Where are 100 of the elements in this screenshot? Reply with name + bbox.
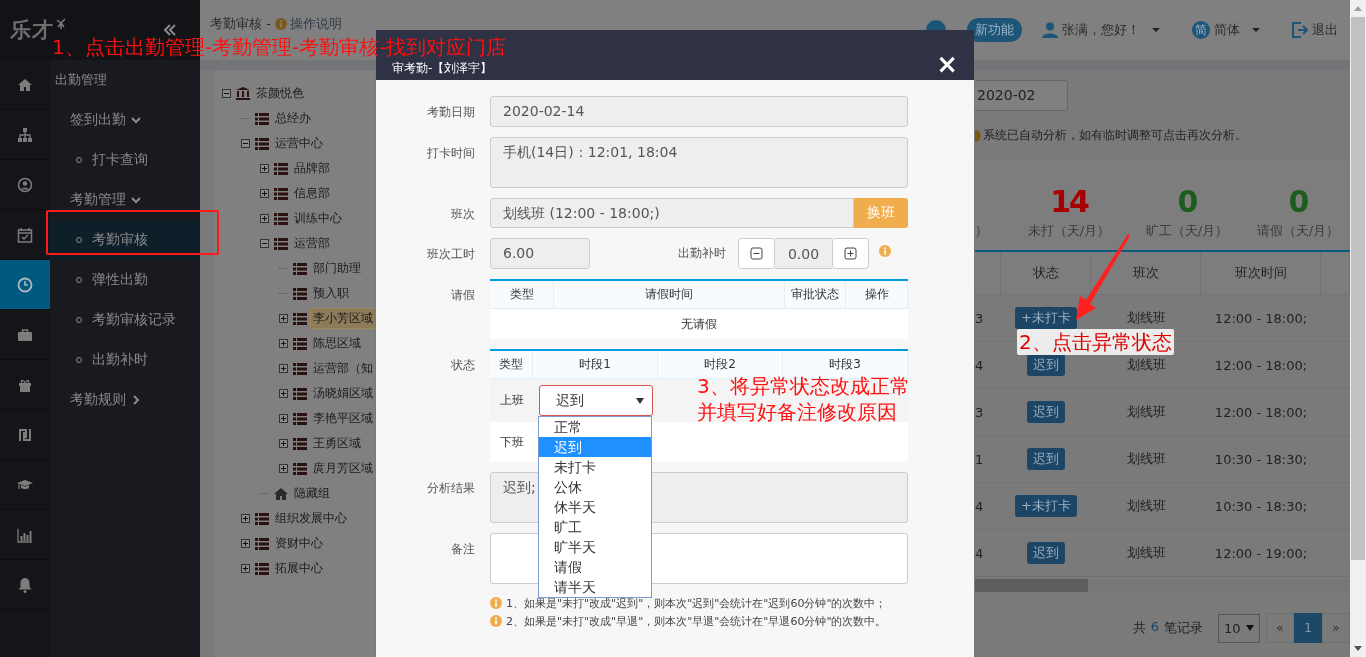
expand-toggle-icon[interactable] — [279, 314, 288, 323]
tree-item[interactable]: 隐藏组 — [291, 483, 333, 504]
tree-item[interactable]: 李小芳区域 — [310, 308, 375, 329]
nav-item[interactable]: 弹性出勤 — [50, 260, 200, 300]
table-cell: 3 — [975, 310, 984, 326]
tree-item[interactable]: 运营部（知 — [310, 358, 375, 379]
expand-toggle-icon[interactable] — [241, 564, 250, 573]
bar-chart-icon[interactable] — [17, 526, 33, 543]
user-icon[interactable] — [17, 176, 33, 193]
expand-toggle-icon[interactable] — [279, 364, 288, 373]
nav-group[interactable]: 考勤管理 — [50, 180, 200, 220]
status-badge[interactable]: 迟到 — [1027, 448, 1065, 470]
page-button[interactable]: « — [1266, 613, 1294, 643]
rail-item[interactable] — [0, 260, 50, 310]
column-header: 类型 — [490, 351, 533, 378]
info-icon — [274, 18, 287, 30]
dropdown-option[interactable]: 请半天 — [539, 577, 651, 597]
tree-item[interactable]: 部门助理 — [310, 258, 364, 279]
nav-item[interactable]: 出勤补时 — [50, 340, 200, 380]
plus-button[interactable] — [832, 238, 869, 269]
clock-icon[interactable] — [17, 276, 33, 293]
tree-item[interactable]: 信息部 — [291, 183, 333, 204]
status-badge[interactable]: +未打卡 — [1015, 495, 1077, 517]
dropdown-option[interactable]: 迟到 — [539, 437, 651, 457]
tree-item[interactable]: 拓展中心 — [272, 558, 326, 579]
minus-button[interactable] — [738, 238, 775, 269]
status-select[interactable]: 迟到 — [538, 385, 653, 416]
nav-item[interactable]: 考勤审核记录 — [50, 300, 200, 340]
collapse-icon[interactable] — [163, 24, 177, 36]
table-cell: 3 — [975, 404, 984, 420]
dropdown-option[interactable]: 请假 — [539, 557, 651, 577]
briefcase-icon[interactable] — [17, 326, 33, 343]
shift-field[interactable]: 划线班 (12:00 - 18:00;) — [490, 198, 854, 228]
language-menu[interactable]: 简 简体 — [1192, 21, 1260, 39]
tree-item[interactable]: 组织发展中心 — [272, 508, 350, 529]
status-badge[interactable]: 迟到 — [1027, 542, 1065, 564]
close-button[interactable]: × — [936, 51, 958, 77]
home-icon[interactable] — [17, 76, 33, 93]
expand-toggle-icon[interactable] — [279, 439, 288, 448]
dropdown-option[interactable]: 正常 — [539, 417, 651, 437]
tree-item[interactable]: 汤晓娟区域 — [310, 383, 375, 404]
date-field[interactable]: 2020-02-14 — [490, 96, 908, 127]
help-link[interactable]: 操作说明 — [274, 15, 342, 33]
scrollbar[interactable] — [1350, 0, 1366, 657]
collapse-toggle-icon[interactable] — [260, 239, 269, 248]
dropdown-option[interactable]: 公休 — [539, 477, 651, 497]
nav-group[interactable]: 考勤规则 — [50, 380, 200, 420]
tree-item[interactable]: 预入职 — [310, 283, 352, 304]
page-button[interactable]: 1 — [1294, 613, 1322, 643]
nav-item[interactable]: 考勤审核 — [50, 220, 200, 260]
expand-toggle-icon[interactable] — [260, 214, 269, 223]
shekel-icon[interactable] — [17, 426, 33, 443]
scrollbar-thumb[interactable] — [1351, 17, 1365, 560]
expand-toggle-icon[interactable] — [279, 414, 288, 423]
logout-link[interactable]: 退出 — [1292, 21, 1338, 39]
status-badge[interactable]: +未打卡 — [1015, 307, 1077, 329]
tree-item[interactable]: 资财中心 — [272, 533, 326, 554]
page-button[interactable]: » — [1322, 613, 1350, 643]
field-label: 状态 — [450, 357, 475, 374]
tree-item[interactable]: 训练中心 — [291, 208, 345, 229]
tree-item[interactable]: 运营部 — [291, 233, 333, 254]
status-badge[interactable]: 迟到 — [1027, 354, 1065, 376]
nav-group[interactable]: 签到出勤 — [50, 100, 200, 140]
status-badge[interactable]: 迟到 — [1027, 401, 1065, 423]
nav-item[interactable]: 打卡查询 — [50, 140, 200, 180]
expand-toggle-icon[interactable] — [241, 514, 250, 523]
dialog-title: 审考勤-【刘泽宇】 — [392, 60, 493, 77]
hours-field[interactable]: 6.00 — [490, 238, 590, 269]
user-menu[interactable]: 张满，您好！ — [1042, 21, 1160, 39]
column-header: 操作 — [846, 281, 908, 308]
table-cell: 划线班 — [1126, 544, 1166, 562]
extra-hours-field[interactable]: 0.00 — [775, 238, 832, 269]
dropdown-option[interactable]: 旷半天 — [539, 537, 651, 557]
punch-time-field[interactable]: 手机(14日)：12:01, 18:04 — [490, 137, 908, 188]
expand-toggle-icon[interactable] — [241, 539, 250, 548]
expand-toggle-icon[interactable] — [279, 339, 288, 348]
tree-item[interactable]: 陈思区域 — [310, 333, 364, 354]
collapse-toggle-icon[interactable] — [222, 89, 231, 98]
new-feature-button[interactable]: 新功能 — [967, 18, 1022, 42]
expand-toggle-icon[interactable] — [260, 164, 269, 173]
tree-item[interactable]: 总经办 — [272, 108, 314, 129]
expand-toggle-icon[interactable] — [279, 389, 288, 398]
scroll-down-icon[interactable] — [1354, 646, 1362, 651]
month-field[interactable]: 2020-02 — [975, 80, 1068, 111]
scrollbar-thumb[interactable] — [975, 579, 1088, 592]
expand-toggle-icon[interactable] — [279, 464, 288, 473]
list-icon — [293, 461, 307, 476]
collapse-toggle-icon[interactable] — [241, 139, 250, 148]
sitemap-icon[interactable] — [17, 126, 33, 143]
tree-item[interactable]: 庹月芳区域 — [310, 458, 375, 479]
tree-item[interactable]: 运营中心 — [272, 133, 326, 154]
tree-item[interactable]: 茶颜悦色 — [253, 83, 307, 104]
dropdown-option[interactable]: 休半天 — [539, 497, 651, 517]
page-size-select[interactable]: 10 — [1218, 613, 1260, 643]
tree-item[interactable]: 李艳平区域 — [310, 408, 375, 429]
expand-toggle-icon[interactable] — [260, 189, 269, 198]
bell-icon[interactable] — [17, 576, 33, 593]
calendar-check-icon[interactable] — [17, 226, 33, 243]
tree-item[interactable]: 品牌部 — [291, 158, 333, 179]
tree-item[interactable]: 王勇区域 — [310, 433, 364, 454]
